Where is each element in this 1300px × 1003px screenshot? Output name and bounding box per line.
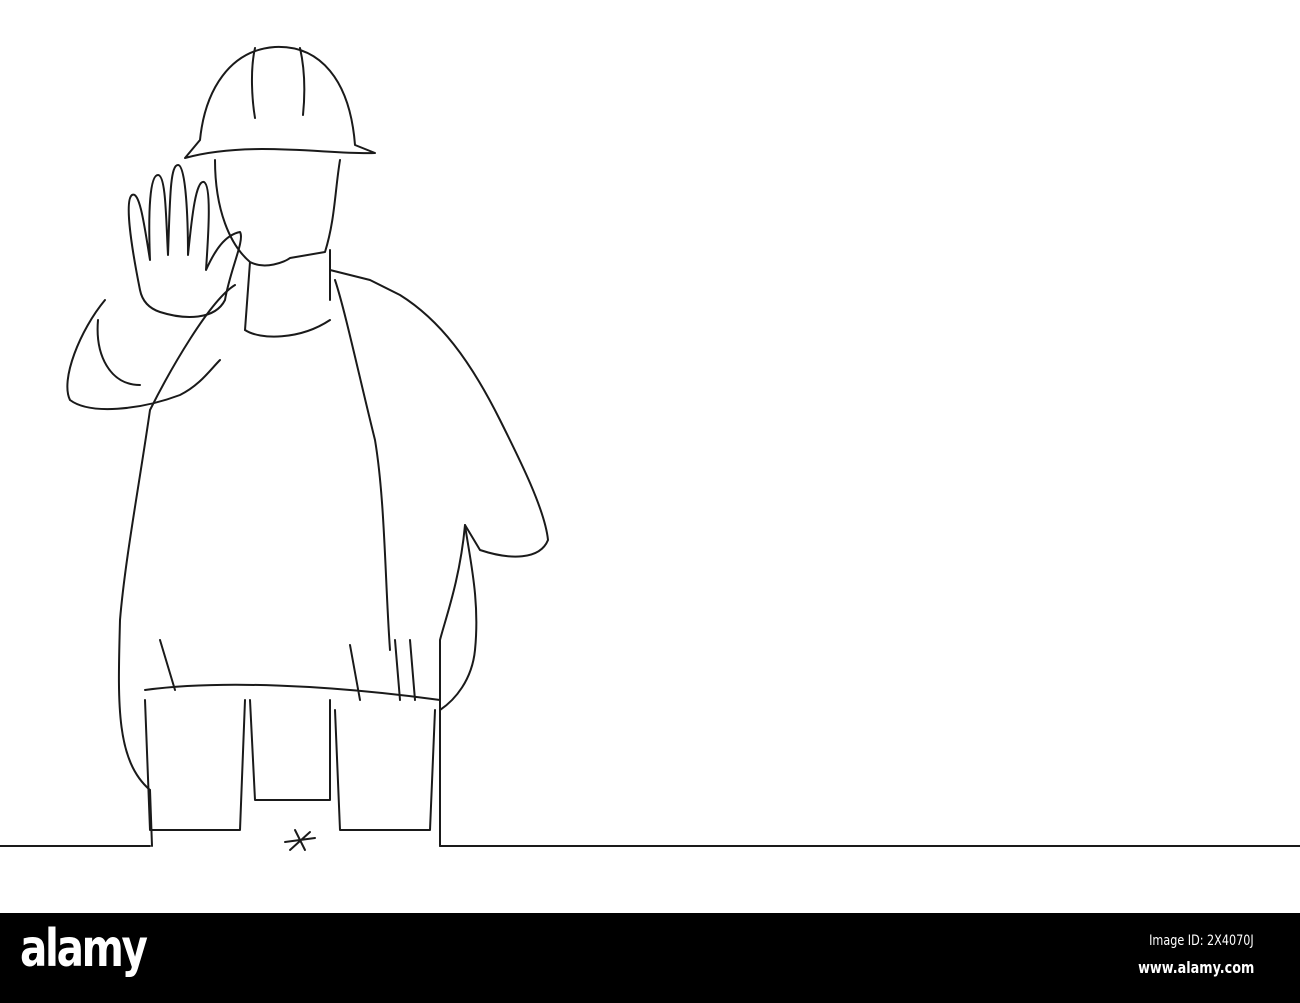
shirt [117,269,549,791]
alamy-logo[interactable]: alamy [20,923,148,975]
hard-hat [184,45,376,159]
belt-buckle-sparkle [284,829,316,851]
line-art-illustration [0,45,1300,851]
site-url[interactable]: www.alamy.com [1138,958,1254,977]
footer-bar: alamy Image ID: 2X4070J www.alamy.com [0,913,1300,1003]
tool-belt [144,639,441,831]
image-id: Image ID: 2X4070J [1149,933,1254,949]
collar [244,319,331,338]
head [214,159,341,331]
legs [149,719,441,847]
